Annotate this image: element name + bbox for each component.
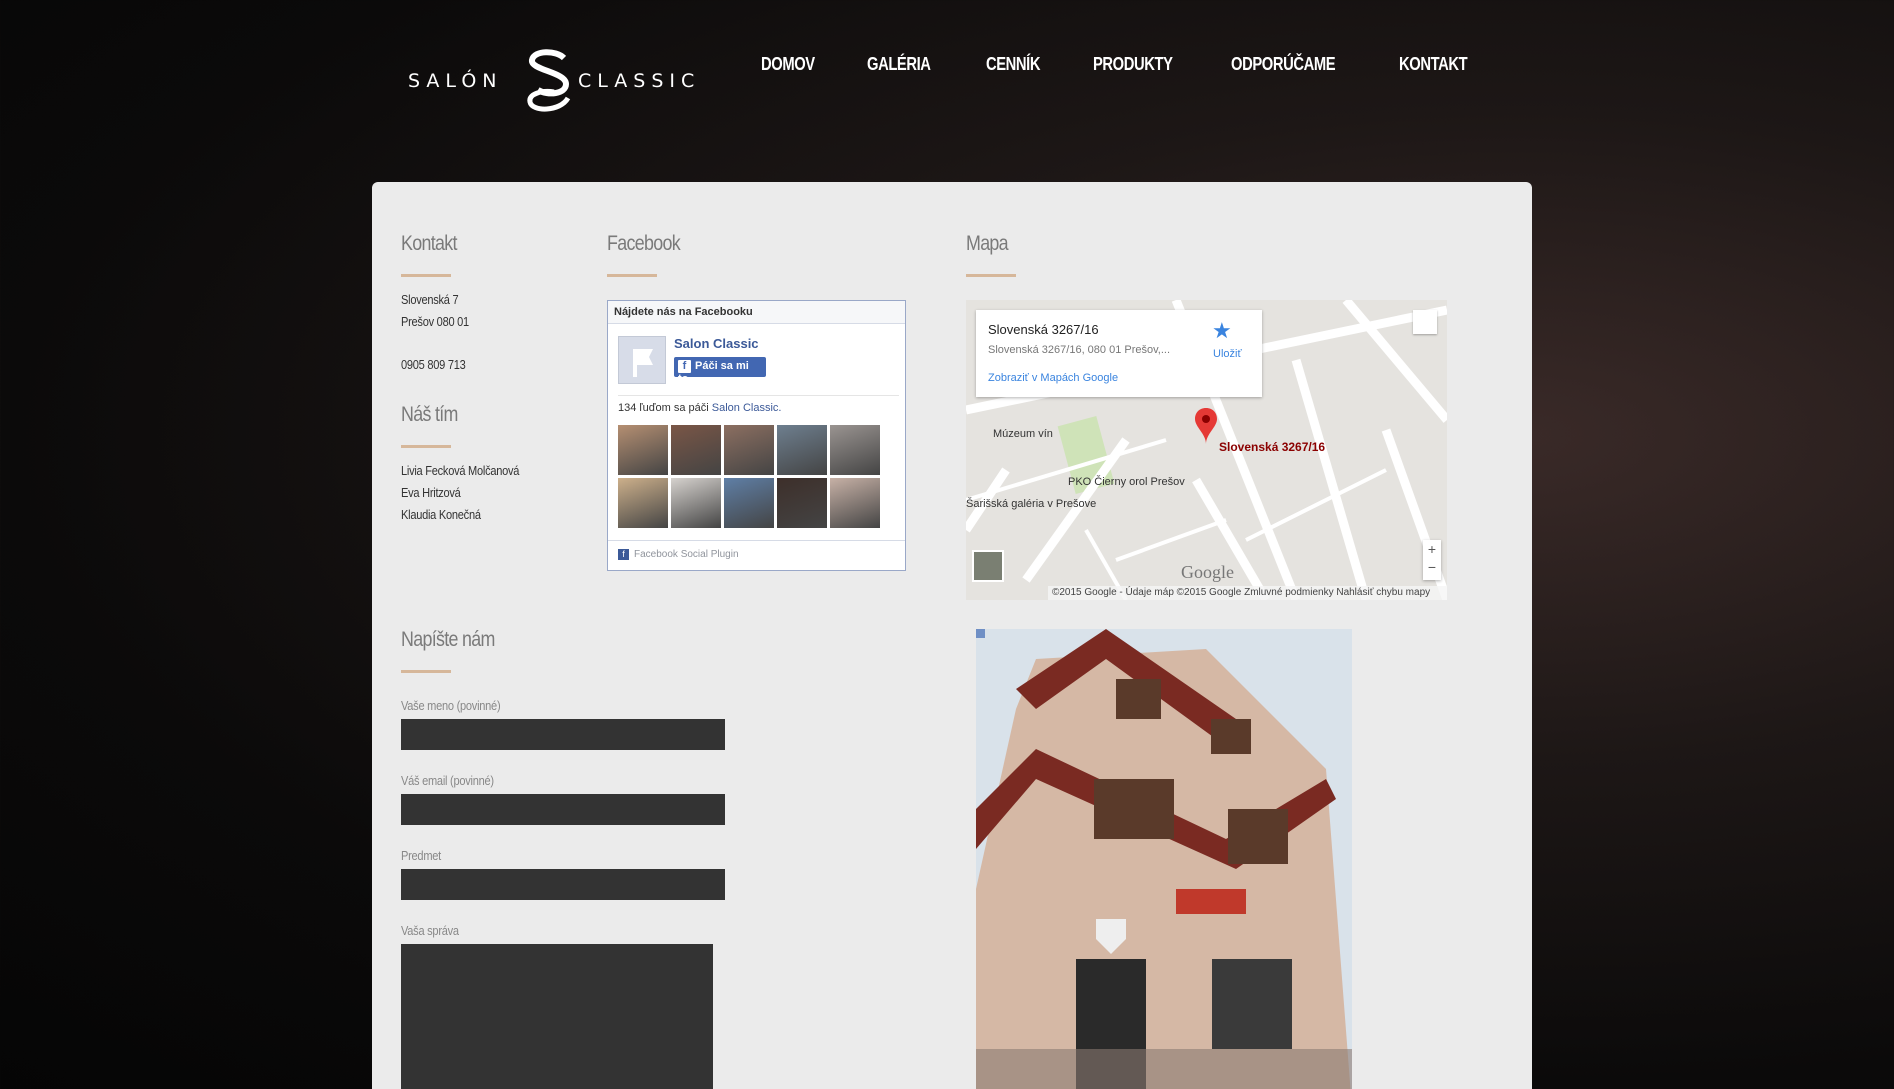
fan-avatar[interactable] xyxy=(618,478,668,528)
fan-avatar[interactable] xyxy=(830,478,880,528)
team-heading: Náš tím xyxy=(401,403,458,426)
map-heading: Mapa xyxy=(966,232,1009,255)
form-heading: Napíšte nám xyxy=(401,628,495,651)
flag-icon xyxy=(633,349,653,377)
nav-kontakt[interactable]: KONTAKT xyxy=(1399,54,1468,75)
zoom-in-button[interactable]: + xyxy=(1423,540,1441,558)
site-logo[interactable]: SALÓN CLASSIC xyxy=(408,48,713,116)
google-logo: Google xyxy=(1181,562,1234,582)
logo-text-right: CLASSIC xyxy=(578,70,701,92)
likes-count: 134 ľuďom sa páči Salon Classic. xyxy=(618,402,781,414)
facebook-plugin-footer: f Facebook Social Plugin xyxy=(608,540,905,570)
nav-domov[interactable]: DOMOV xyxy=(761,54,815,75)
team-member: Livia Fecková Molčanová xyxy=(401,463,520,478)
facebook-widget-header: Nájdete nás na Facebooku xyxy=(608,301,905,324)
fan-avatar[interactable] xyxy=(724,425,774,475)
zoom-out-button[interactable]: − xyxy=(1423,558,1441,576)
facebook-small-icon: f xyxy=(618,549,629,560)
place-label[interactable]: Múzeum vín xyxy=(993,428,1053,440)
subject-label: Predmet xyxy=(401,848,441,863)
heading-underline xyxy=(401,445,451,448)
star-icon[interactable]: ★ xyxy=(1212,318,1232,344)
nav-galeria[interactable]: GALÉRIA xyxy=(867,54,931,75)
place-label[interactable]: Šarišská galéria v Prešove xyxy=(966,498,1096,510)
team-member: Klaudia Konečná xyxy=(401,507,481,522)
fan-avatar[interactable] xyxy=(777,478,827,528)
heading-underline xyxy=(401,670,451,673)
view-in-google-maps-link[interactable]: Zobraziť v Mapách Google xyxy=(988,372,1118,384)
facebook-icon: f xyxy=(678,360,691,373)
contact-heading: Kontakt xyxy=(401,232,457,255)
heading-underline xyxy=(607,274,657,277)
heading-underline xyxy=(401,274,451,277)
map-card-title: Slovenská 3267/16 xyxy=(988,322,1099,337)
building-illustration xyxy=(976,629,1352,1089)
email-field[interactable] xyxy=(401,794,725,825)
photo-marker xyxy=(976,629,985,638)
fan-avatar[interactable] xyxy=(777,425,827,475)
message-field[interactable] xyxy=(401,944,713,1089)
phone-number: 0905 809 713 xyxy=(401,357,466,372)
plugin-footer-text: Facebook Social Plugin xyxy=(634,549,739,560)
save-place-link[interactable]: Uložiť xyxy=(1213,348,1242,360)
likes-text: 134 ľuďom sa páči xyxy=(618,402,709,414)
fan-avatar[interactable] xyxy=(671,425,721,475)
fan-avatar[interactable] xyxy=(671,478,721,528)
google-map[interactable]: Slovenská 3267/16 Slovenská 3267/16, 080… xyxy=(966,300,1447,600)
calendar-icon[interactable] xyxy=(1413,310,1437,334)
fan-faces xyxy=(618,425,880,528)
nav-produkty[interactable]: PRODUKTY xyxy=(1093,54,1173,75)
building-photo xyxy=(976,629,1352,1089)
logo-text-left: SALÓN xyxy=(408,70,503,92)
facebook-heading: Facebook xyxy=(607,232,681,255)
address-line-1: Slovenská 7 xyxy=(401,292,459,307)
message-label: Vaša správa xyxy=(401,923,459,938)
sc-monogram-icon xyxy=(527,49,571,112)
heading-underline xyxy=(966,274,1016,277)
fan-avatar[interactable] xyxy=(724,478,774,528)
page-avatar[interactable] xyxy=(618,336,666,384)
subject-field[interactable] xyxy=(401,869,725,900)
satellite-toggle[interactable] xyxy=(972,550,1004,582)
address-line-2: Prešov 080 01 xyxy=(401,314,469,329)
map-card-address: Slovenská 3267/16, 080 01 Prešov,... xyxy=(988,344,1171,356)
zoom-control: + − xyxy=(1423,540,1441,580)
fan-avatar[interactable] xyxy=(830,425,880,475)
likes-page-link[interactable]: Salon Classic. xyxy=(712,402,782,414)
name-field[interactable] xyxy=(401,719,725,750)
nav-cennik[interactable]: CENNÍK xyxy=(986,54,1041,75)
place-label[interactable]: PKO Čierny orol Prešov xyxy=(1068,476,1185,488)
team-member: Eva Hritzová xyxy=(401,485,461,500)
facebook-like-button[interactable]: f Páči sa mi to xyxy=(674,357,766,385)
email-label: Váš email (povinné) xyxy=(401,773,494,788)
fan-avatar[interactable] xyxy=(618,425,668,475)
facebook-widget: Nájdete nás na Facebooku Salon Classic f… xyxy=(607,300,906,571)
map-attribution: ©2015 Google - Údaje máp ©2015 Google Zm… xyxy=(1048,586,1447,600)
divider xyxy=(618,395,899,396)
map-pin-icon xyxy=(1195,408,1217,444)
content-panel: Kontakt Slovenská 7 Prešov 080 01 0905 8… xyxy=(372,182,1532,1089)
map-info-card: Slovenská 3267/16 Slovenská 3267/16, 080… xyxy=(976,310,1262,397)
facebook-page-name[interactable]: Salon Classic xyxy=(674,336,759,351)
nav-odporucame[interactable]: ODPORÚČAME xyxy=(1231,54,1336,75)
main-navigation: DOMOV GALÉRIA CENNÍK PRODUKTY ODPORÚČAME… xyxy=(761,54,1482,75)
map-pin-label: Slovenská 3267/16 xyxy=(1219,440,1326,454)
name-label: Vaše meno (povinné) xyxy=(401,698,501,713)
